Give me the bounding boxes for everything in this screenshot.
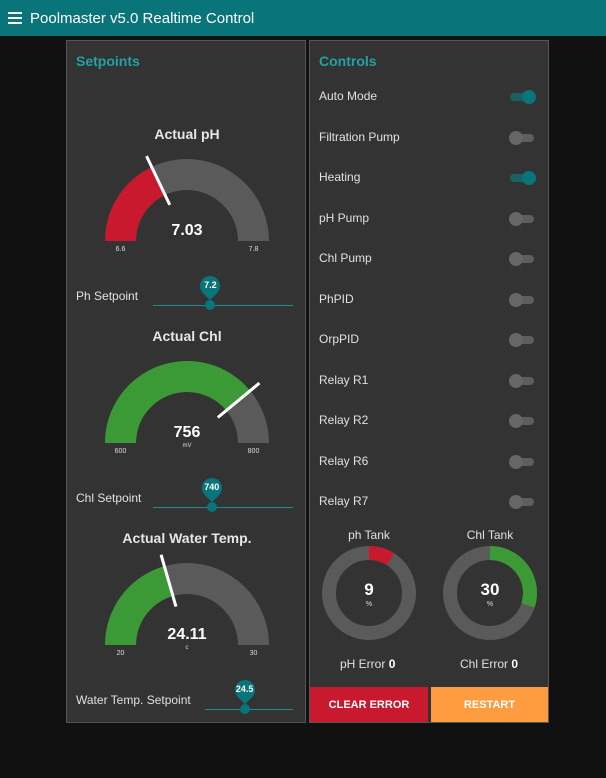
switch-label: Chl Pump — [319, 251, 372, 265]
controls-panel: Controls Auto Mode Filtration Pump Heating… — [309, 40, 549, 723]
switch-row: Filtration Pump — [310, 125, 550, 151]
menu-icon[interactable] — [8, 12, 22, 24]
ph-error-label: pH Error — [340, 657, 386, 671]
slider-thumb[interactable] — [239, 704, 250, 714]
ph-gauge: Actual pH 7.03 6.6 7.8 — [67, 123, 307, 253]
ph-tank-value: 9 — [364, 580, 373, 599]
ph-tank-donut: 9 % — [322, 546, 416, 640]
ph-gauge-dial: 7.03 6.6 7.8 — [105, 155, 269, 253]
toggle-switch[interactable] — [509, 373, 536, 388]
controls-title: Controls — [319, 53, 377, 69]
switch-row: Heating — [310, 165, 550, 191]
chl-gauge-unit: mV — [183, 443, 192, 449]
switch-label: OrpPID — [319, 332, 360, 346]
app-header: Poolmaster v5.0 Realtime Control — [0, 0, 606, 36]
switch-row: OrpPID — [310, 327, 550, 353]
chl-setpoint-slider[interactable] — [153, 507, 293, 508]
switch-row: pH Pump — [310, 206, 550, 232]
chl-tank-value: 30 — [481, 580, 500, 599]
slider-value-pin: 7.2 — [196, 271, 225, 301]
slider-thumb[interactable] — [206, 502, 217, 512]
slider-value: 740 — [204, 482, 220, 492]
toggle-switch[interactable] — [509, 454, 536, 469]
toggle-switch[interactable] — [509, 252, 536, 266]
chl-tank-unit: % — [487, 601, 493, 608]
switch-row: Relay R6 — [310, 449, 550, 475]
switch-label: Filtration Pump — [319, 129, 400, 144]
ph-error-value: 0 — [388, 657, 396, 671]
slider-thumb[interactable] — [205, 300, 216, 310]
ph-setpoint-label: Ph Setpoint — [76, 289, 139, 303]
ph-error: pH Error 0 — [340, 657, 395, 671]
clear-error-button[interactable]: CLEAR ERROR — [310, 687, 428, 722]
switch-row: Relay R1 — [310, 368, 550, 394]
chl-gauge-dial: 756 mV 600 800 — [105, 361, 269, 455]
ph-gauge-min: 6.6 — [116, 246, 126, 253]
ph-tank: ph Tank 9 % — [319, 525, 419, 645]
switch-row: PhPID — [310, 287, 550, 313]
toggle-switch[interactable] — [509, 414, 536, 428]
chl-tank-donut: 30 % — [443, 546, 537, 640]
temp-gauge-dial: 24.11 c 20 30 — [105, 554, 269, 657]
switch-row: Relay R7 — [310, 489, 550, 515]
setpoints-panel: Setpoints Actual pH 7.03 6.6 7.8 Ph Setp… — [66, 40, 306, 723]
chl-gauge-value: 756 — [174, 424, 201, 441]
switch-label: PhPID — [319, 291, 354, 306]
temp-setpoint-label: Water Temp. Setpoint — [76, 693, 191, 707]
chl-setpoint-row: Chl Setpoint 740 — [67, 469, 307, 512]
switch-row: Chl Pump — [310, 246, 550, 272]
chl-error-label: Chl Error — [460, 657, 509, 671]
ph-tank-fill — [368, 546, 395, 566]
temp-gauge-max: 30 — [250, 650, 258, 657]
switch-label: Relay R6 — [319, 453, 369, 468]
slider-value-pin: 740 — [197, 473, 226, 503]
chl-tank: Chl Tank 30 % — [440, 525, 540, 645]
switch-label: pH Pump — [319, 210, 370, 225]
switch-row: Auto Mode — [310, 84, 550, 110]
toggle-switch[interactable] — [509, 333, 536, 347]
temp-setpoint-row: Water Temp. Setpoint 24.5 — [67, 671, 307, 714]
switch-label: Relay R1 — [319, 372, 369, 387]
ph-gauge-max: 7.8 — [249, 246, 259, 253]
chl-gauge-max: 800 — [248, 448, 260, 455]
chl-setpoint-label: Chl Setpoint — [76, 491, 142, 505]
temp-gauge-fill — [105, 566, 173, 645]
restart-button[interactable]: RESTART — [431, 687, 548, 722]
temp-gauge-min: 20 — [117, 650, 125, 657]
ph-setpoint-row: Ph Setpoint 7.2 — [67, 267, 307, 310]
slider-value: 24.5 — [235, 684, 254, 694]
app-title: Poolmaster v5.0 Realtime Control — [30, 9, 255, 27]
chl-error-value: 0 — [511, 657, 519, 671]
toggle-switch[interactable] — [510, 171, 536, 185]
temp-gauge-value: 24.11 — [167, 626, 206, 643]
switch-label: Relay R7 — [319, 494, 369, 508]
ph-setpoint-slider[interactable] — [153, 305, 293, 306]
toggle-switch[interactable] — [510, 90, 536, 104]
ph-gauge-value: 7.03 — [171, 222, 202, 239]
switch-label: Heating — [319, 170, 361, 184]
toggle-switch[interactable] — [509, 495, 536, 509]
temp-gauge: Actual Water Temp. 24.11 c 20 30 — [67, 527, 307, 657]
switch-row: Relay R2 — [310, 408, 550, 434]
chl-error: Chl Error 0 — [460, 657, 518, 671]
temp-gauge-unit: c — [186, 645, 189, 651]
switch-label: Relay R2 — [319, 413, 369, 427]
toggle-switch[interactable] — [509, 130, 536, 145]
slider-value-pin: 24.5 — [230, 675, 259, 705]
slider-value: 7.2 — [204, 280, 217, 290]
chl-gauge: Actual Chl 756 mV 600 800 — [67, 325, 307, 455]
chl-gauge-min: 600 — [115, 448, 127, 455]
setpoints-title: Setpoints — [76, 53, 140, 69]
toggle-switch[interactable] — [509, 292, 536, 307]
switch-label: Auto Mode — [319, 89, 378, 103]
toggle-switch[interactable] — [509, 211, 536, 226]
ph-tank-unit: % — [366, 601, 372, 608]
